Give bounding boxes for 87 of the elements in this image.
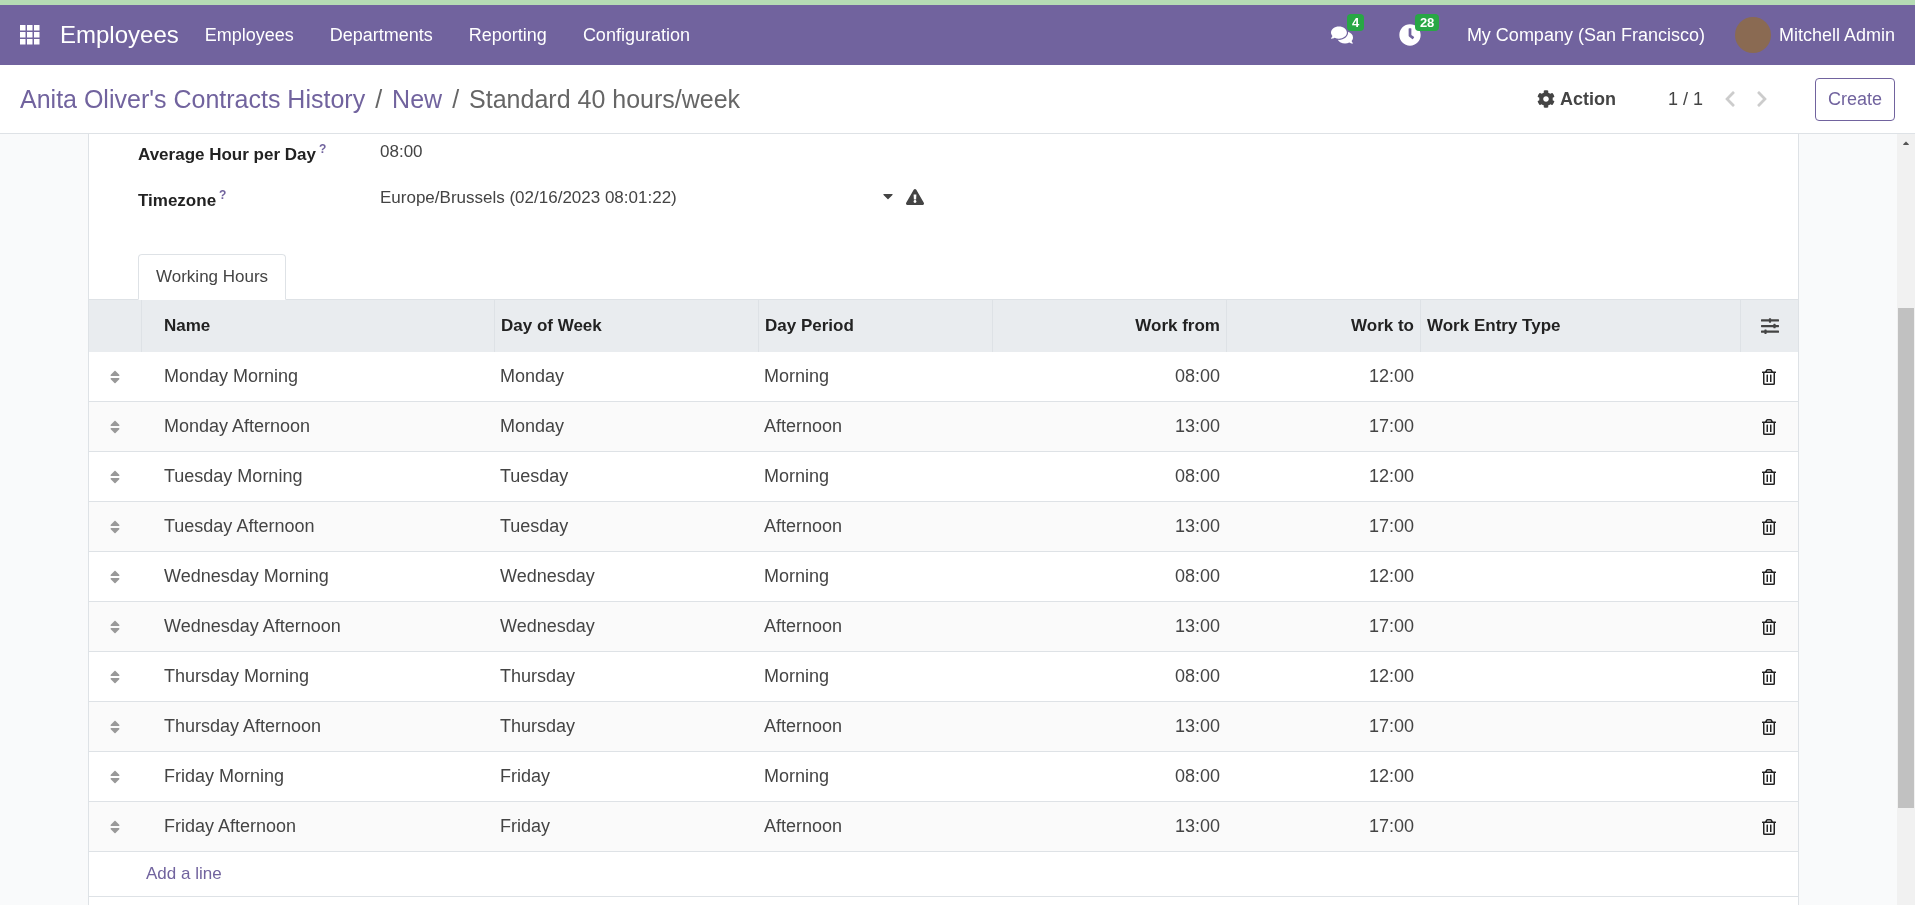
add-line-link[interactable]: Add a line <box>89 852 1798 897</box>
action-button[interactable]: Action <box>1530 87 1622 111</box>
table-cell-text: Tuesday <box>499 466 570 487</box>
table-cell-text: Morning <box>763 666 831 687</box>
table-cell-text: Wednesday <box>499 566 596 587</box>
sliders-icon[interactable] <box>1760 317 1779 335</box>
table-cell-text: 08:00 <box>1173 566 1221 587</box>
table-cell-text: 12:00 <box>1367 466 1415 487</box>
table-cell-text: Monday Afternoon <box>163 416 312 437</box>
table-cell-text: Monday <box>499 366 566 387</box>
table-cell-text: 17:00 <box>1367 716 1415 737</box>
table-cell-text: 13:00 <box>1173 616 1221 637</box>
breadcrumb[interactable]: Standard 40 hours/week <box>469 84 741 114</box>
table-cell-text: 08:00 <box>1173 466 1221 487</box>
clock-icon[interactable] <box>1398 24 1421 46</box>
field-label: Timezone $^{?}$ <box>138 188 228 211</box>
table-cell-text: 17:00 <box>1367 416 1415 437</box>
menu-item[interactable]: Reporting <box>468 24 547 46</box>
table-cell-text: 17:00 <box>1367 516 1415 537</box>
menu-item[interactable]: Departments <box>329 24 433 46</box>
count-badge: 28 <box>1414 14 1440 31</box>
table-cell-text: 13:00 <box>1173 516 1221 537</box>
select-field[interactable]: Europe/Brussels (02/16/2023 08:01:22) <box>380 188 880 208</box>
table-cell-text: Friday Morning <box>163 766 286 787</box>
avatar <box>1734 17 1771 53</box>
table-cell-text: Friday <box>499 766 551 787</box>
table-cell-text: Tuesday <box>499 516 570 537</box>
breadcrumb[interactable]: New <box>392 84 443 114</box>
table-cell-text: Friday <box>499 816 551 837</box>
table-cell-text: Tuesday Morning <box>163 466 304 487</box>
table-cell-text: Afternoon <box>763 716 844 737</box>
field-value: 08:00 <box>380 142 424 162</box>
messages-icon[interactable] <box>1330 24 1353 46</box>
table-cell-text: 12:00 <box>1367 366 1415 387</box>
column-header[interactable]: Work to <box>1351 316 1414 336</box>
field-label: Average Hour per Day $^{?}$ <box>138 142 328 165</box>
scrollbar[interactable] <box>1897 134 1915 905</box>
table-cell-text: 08:00 <box>1173 366 1221 387</box>
count-badge: 4 <box>1346 14 1365 31</box>
app-grid-icon[interactable] <box>20 25 40 45</box>
table-cell-text: Friday Afternoon <box>163 816 298 837</box>
table-cell-text: Morning <box>763 766 831 787</box>
table-cell-text: Afternoon <box>763 816 844 837</box>
table-cell-text: Thursday Afternoon <box>163 716 323 737</box>
menu-item[interactable]: Configuration <box>582 24 690 46</box>
settings-icon <box>1536 90 1555 108</box>
table-cell-text: Monday Morning <box>163 366 300 387</box>
table-cell-text: Afternoon <box>763 616 844 637</box>
table-cell-text: Afternoon <box>763 516 844 537</box>
table-cell-text: Thursday <box>499 716 577 737</box>
column-header[interactable]: Day of Week <box>501 316 602 336</box>
table-cell-text: 08:00 <box>1173 666 1221 687</box>
table-cell-text: 17:00 <box>1367 616 1415 637</box>
table-cell-text: 13:00 <box>1173 816 1221 837</box>
table-cell-text: 13:00 <box>1173 416 1221 437</box>
table-cell-text: 12:00 <box>1367 766 1415 787</box>
create-button[interactable]: Create <box>1814 77 1895 121</box>
table-cell-text: Morning <box>763 566 831 587</box>
table-cell-text: 08:00 <box>1173 766 1221 787</box>
column-header[interactable]: Work from <box>1135 316 1220 336</box>
table-cell-text: Tuesday Afternoon <box>163 516 316 537</box>
table-cell-text: Thursday Morning <box>163 666 311 687</box>
warning-icon <box>906 188 924 206</box>
app-name[interactable]: Employees <box>60 21 179 49</box>
user-menu[interactable]: Mitchell Admin <box>1778 24 1895 46</box>
column-header[interactable]: Work Entry Type <box>1427 316 1561 336</box>
table-cell-text: 13:00 <box>1173 716 1221 737</box>
table-cell-text: Monday <box>499 416 566 437</box>
table-cell-text: Afternoon <box>763 416 844 437</box>
breadcrumb-separator: / <box>375 84 383 114</box>
breadcrumb-separator: / <box>452 84 460 114</box>
table-cell-text: Wednesday <box>499 616 596 637</box>
table-cell-text: Morning <box>763 366 831 387</box>
breadcrumb[interactable]: Anita Oliver's Contracts History <box>20 84 366 114</box>
table-cell-text: 17:00 <box>1367 816 1415 837</box>
table-cell-text: 12:00 <box>1367 566 1415 587</box>
pager: 1 / 1 <box>1667 88 1703 110</box>
column-header[interactable]: Name <box>164 316 211 336</box>
column-header[interactable]: Day Period <box>765 316 854 336</box>
company-switcher[interactable]: My Company (San Francisco) <box>1466 24 1705 46</box>
menu-item[interactable]: Employees <box>204 24 294 46</box>
tab[interactable]: Working Hours <box>138 254 287 300</box>
table-cell-text: 12:00 <box>1367 666 1415 687</box>
table-cell-text: Wednesday Morning <box>163 566 330 587</box>
table-cell-text: Wednesday Afternoon <box>163 616 342 637</box>
table-cell-text: Thursday <box>499 666 577 687</box>
table-cell-text: Morning <box>763 466 831 487</box>
